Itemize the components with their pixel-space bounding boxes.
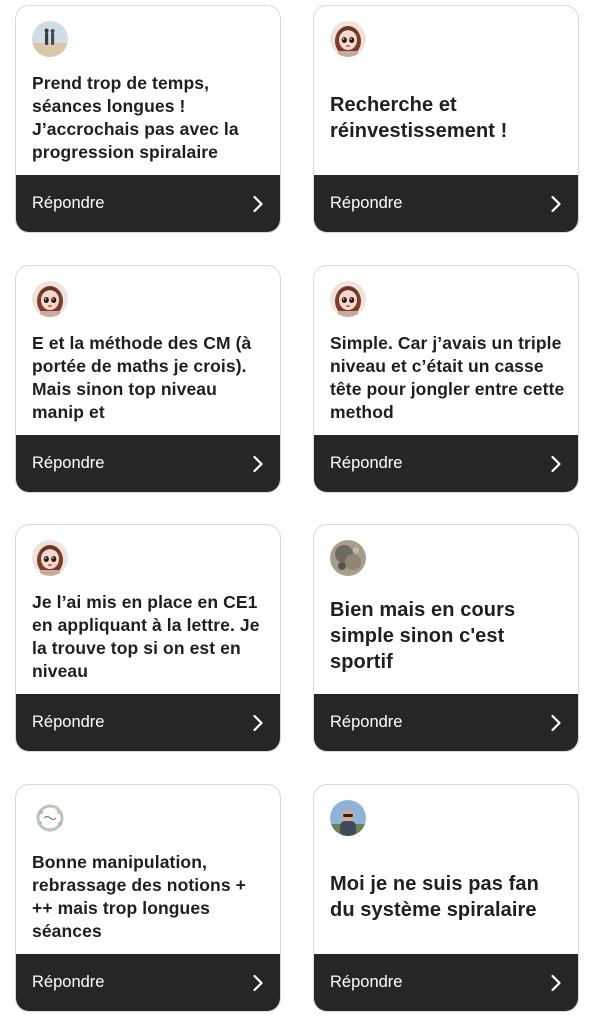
chevron-right-icon [550,195,562,213]
answer-text: Recherche et réinvestissement ! [330,94,508,142]
answer-card: E et la méthode des CM (à portée de math… [15,265,281,493]
reply-label: Répondre [330,194,403,212]
answers-grid: Prend trop de temps, séances longues ! J… [0,0,597,1024]
couple-beach-avatar [32,21,68,57]
reply-button[interactable]: Répondre [314,435,578,492]
answer-card: Prend trop de temps, séances longues ! J… [15,5,281,233]
doll-girl-avatar [330,281,366,317]
answer-text: E et la méthode des CM (à portée de math… [32,333,252,422]
chevron-right-icon [550,974,562,992]
chevron-right-icon [252,974,264,992]
reply-button[interactable]: Répondre [16,694,280,751]
reply-label: Répondre [32,973,105,991]
answer-text: Simple. Car j’avais un triple niveau et … [330,333,565,422]
answer-text: Prend trop de temps, séances longues ! J… [32,73,239,162]
reply-button[interactable]: Répondre [314,954,578,1011]
reply-label: Répondre [32,713,105,731]
chevron-right-icon [252,455,264,473]
doll-girl-avatar [330,21,366,57]
reply-label: Répondre [32,194,105,212]
answer-card: Simple. Car j’avais un triple niveau et … [313,265,579,493]
answer-text: Bonne manipulation, rebrassage des notio… [32,852,246,941]
doll-girl-avatar [32,281,68,317]
stone-photo-avatar [330,540,366,576]
person-outdoor-avatar [330,800,366,836]
answer-card: Bien mais en cours simple sinon c'est sp… [313,524,579,752]
doll-girl-avatar [32,540,68,576]
answer-card: Je l’ai mis en place en CE1 en appliquan… [15,524,281,752]
answer-card: Recherche et réinvestissement ! Répondre [313,5,579,233]
reply-label: Répondre [32,454,105,472]
answer-card: Moi je ne suis pas fan du système spiral… [313,784,579,1012]
reply-button[interactable]: Répondre [314,175,578,232]
chevron-right-icon [550,714,562,732]
reply-button[interactable]: Répondre [16,175,280,232]
answer-text: Moi je ne suis pas fan du système spiral… [330,873,539,921]
answer-text: Je l’ai mis en place en CE1 en appliquan… [32,592,260,681]
chevron-right-icon [252,195,264,213]
reply-label: Répondre [330,454,403,472]
reply-label: Répondre [330,713,403,731]
reply-button[interactable]: Répondre [314,694,578,751]
reply-label: Répondre [330,973,403,991]
answer-text: Bien mais en cours simple sinon c'est sp… [330,599,516,673]
chevron-right-icon [252,714,264,732]
chevron-right-icon [550,455,562,473]
floral-wreath-avatar [32,800,68,836]
reply-button[interactable]: Répondre [16,954,280,1011]
answer-card: Bonne manipulation, rebrassage des notio… [15,784,281,1012]
reply-button[interactable]: Répondre [16,435,280,492]
